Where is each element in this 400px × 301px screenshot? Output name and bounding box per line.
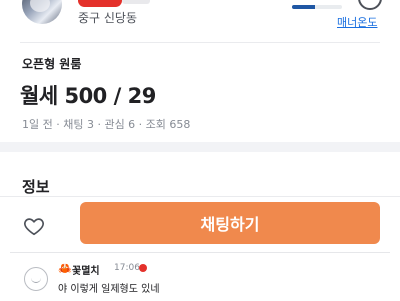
listing-price: 월세 500 / 29 [20,84,156,108]
comment-badge [139,264,147,272]
comment-time: 17:06 [114,263,140,273]
seller-location: 중구 신당동 [78,11,138,25]
divider [20,42,380,43]
manner-temperature-bar [292,5,342,9]
bottom-action-bar: 채팅하기 [0,196,400,251]
seller-avatar[interactable] [22,0,62,24]
comment-text: 야 이렇게 일제형도 있네 [58,284,160,295]
manner-temperature-link[interactable]: 매너온도 [337,14,377,30]
section-title: 정보 [22,178,50,196]
commenter-avatar [24,267,48,291]
listing-meta: 1일 전 · 채팅 3 · 관심 6 · 조회 658 [22,118,191,131]
comment-author: 꽃멸치 [72,266,100,277]
redacted-seller-name [78,0,122,7]
smile-face-icon [358,0,382,10]
chat-button[interactable]: 채팅하기 [80,202,380,244]
section-separator [0,142,400,152]
crab-icon: 🦀 [58,262,72,275]
manner-temperature-fill [292,5,315,9]
comment-overlay: 🦀 꽃멸치 17:06 야 이렇게 일제형도 있네 [10,252,390,301]
redacted-seller-name-suffix [122,0,150,4]
heart-outline-icon[interactable] [23,215,45,237]
listing-type: 오픈형 원룸 [22,57,82,71]
seller-profile[interactable]: 중구 신당동 매너온도 [0,0,400,40]
